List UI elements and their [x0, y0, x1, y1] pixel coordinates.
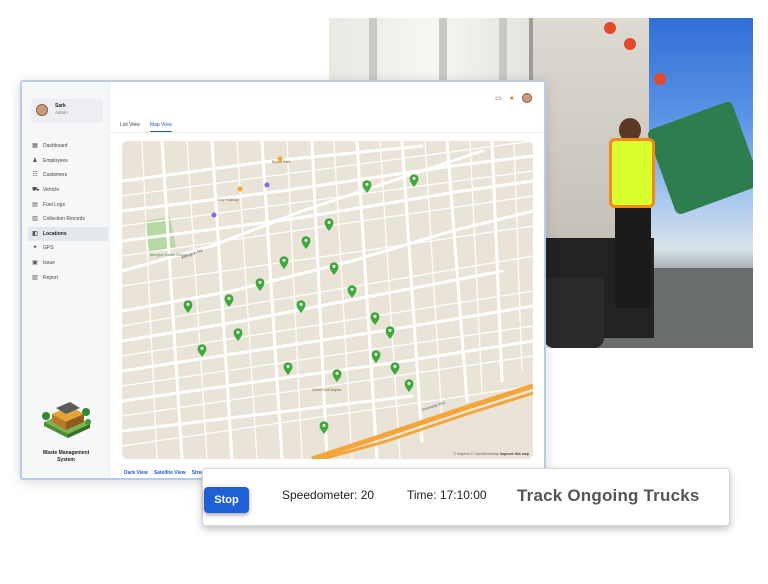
app-window: Sark Admin ▦ Dashboard ♟ Employees ☷ Customer…: [20, 80, 546, 480]
sidebar-item-label: Locations: [43, 230, 67, 237]
sidebar-item-label: Dashboard: [43, 143, 68, 150]
sidebar-item-issue[interactable]: ▣ Issue: [28, 256, 108, 271]
user-name: Sark: [55, 103, 66, 109]
truck-icon: ⛟: [32, 187, 40, 194]
map-credit: © Mapbox © OpenStreetMap Improve this ma…: [453, 452, 529, 456]
tracking-control-bar: Stop Speedometer: 20 Time: 17:10:00 Trac…: [202, 468, 730, 526]
marker-dot: [322, 423, 326, 427]
trash-bin: [544, 278, 604, 348]
stop-button[interactable]: Stop: [204, 487, 249, 513]
map-label: Cory Parkway: [217, 198, 239, 202]
marker-dot: [332, 264, 336, 268]
marker-dot: [350, 287, 354, 291]
marker-dot: [335, 371, 339, 375]
notification-icon[interactable]: ●: [510, 95, 514, 102]
marker-dot: [388, 328, 392, 332]
green-bin: [646, 100, 753, 216]
sidebar-item-dashboard[interactable]: ▦ Dashboard: [28, 139, 108, 154]
sidebar-item-label: Report: [43, 274, 59, 281]
view-tabs: List View Map View: [120, 122, 172, 132]
marker-dot: [186, 302, 190, 306]
time-readout: Time: 17:10:00: [407, 488, 487, 502]
marker-dot: [286, 364, 290, 368]
customers-icon: ☷: [32, 172, 38, 179]
worker: [609, 138, 655, 208]
map-canvas[interactable]: Arlington Middle School Cory Parkway Bry…: [122, 141, 533, 459]
gps-icon: ✦: [32, 245, 38, 252]
map-label: Quest Park Baptist: [312, 388, 341, 392]
marker-dot: [227, 296, 231, 300]
people-icon: ♟: [32, 157, 38, 164]
map[interactable]: Arlington Middle School Cory Parkway Bry…: [122, 141, 533, 459]
marker-dot: [258, 280, 262, 284]
sidebar-item-vehicle[interactable]: ⛟ Vehicle: [28, 183, 108, 198]
waste-management-logo-icon: [42, 402, 91, 438]
sidebar-nav: ▦ Dashboard ♟ Employees ☷ Customers ⛟ Vehicle ▤ F…: [28, 139, 108, 285]
page: Sark Admin ▦ Dashboard ♟ Employees ☷ Customer…: [0, 0, 768, 584]
poi-icon: [237, 186, 243, 192]
dark-view-button[interactable]: Dark View: [124, 470, 148, 476]
location-icon: ◧: [32, 230, 38, 237]
report-icon: ▧: [32, 274, 38, 281]
sidebar-item-label: Issue: [43, 260, 55, 267]
sidebar-item-label: GPS: [43, 245, 54, 252]
sidebar: Sark Admin ▦ Dashboard ♟ Employees ☷ Customer…: [22, 82, 110, 478]
message-icon[interactable]: ▭: [495, 94, 502, 102]
marker-dot: [407, 381, 411, 385]
top-icons: ▭ ●: [495, 93, 532, 103]
tab-list-view[interactable]: List View: [120, 122, 140, 132]
sidebar-item-gps[interactable]: ✦ GPS: [28, 241, 108, 256]
sidebar-item-label: Customers: [43, 172, 68, 179]
avatar: [36, 104, 48, 116]
avatar[interactable]: [522, 93, 532, 103]
poi-icon: [277, 156, 283, 162]
satellite-view-button[interactable]: Satellite View: [154, 470, 186, 476]
sidebar-item-label: Vehicle: [43, 187, 60, 194]
sidebar-item-customers[interactable]: ☷ Customers: [28, 168, 108, 183]
sidebar-item-label: Collection Records: [43, 216, 85, 223]
divider: [110, 132, 544, 133]
sidebar-item-fuel-logs[interactable]: ▤ Fuel Logs: [28, 197, 108, 212]
marker-dot: [412, 176, 416, 180]
poi-icon: [211, 212, 217, 218]
sidebar-item-collection-records[interactable]: ▥ Collection Records: [28, 212, 108, 227]
marker-dot: [236, 330, 240, 334]
speedometer-readout: Speedometer: 20: [282, 488, 375, 502]
sidebar-item-label: Employees: [43, 157, 68, 164]
marker-dot: [282, 258, 286, 262]
improve-map-link[interactable]: Improve this map: [500, 452, 529, 456]
marker-dot: [365, 182, 369, 186]
user-role: Admin: [55, 110, 68, 115]
track-title: Track Ongoing Trucks: [517, 486, 700, 505]
fuel-icon: ▤: [32, 201, 38, 208]
poi-icon: [264, 182, 270, 188]
issue-icon: ▣: [32, 260, 38, 267]
sidebar-item-report[interactable]: ▧ Report: [28, 270, 108, 285]
marker-dot: [299, 302, 303, 306]
tab-map-view[interactable]: Map View: [149, 122, 172, 132]
marker-dot: [374, 352, 378, 356]
marker-dot: [393, 364, 397, 368]
marker-dot: [200, 346, 204, 350]
marker-dot: [373, 314, 377, 318]
sidebar-item-employees[interactable]: ♟ Employees: [28, 154, 108, 169]
dashboard-icon: ▦: [32, 143, 38, 150]
marker-dot: [304, 238, 308, 242]
records-icon: ▥: [32, 216, 38, 223]
user-profile[interactable]: Sark Admin: [31, 99, 103, 123]
main-content: ▭ ● List View Map View Arlington Middle …: [110, 82, 544, 478]
brand-name: Waste Management System: [42, 450, 90, 463]
sidebar-item-label: Fuel Logs: [43, 201, 65, 208]
marker-dot: [327, 220, 331, 224]
sidebar-item-locations[interactable]: ◧ Locations: [28, 226, 108, 242]
